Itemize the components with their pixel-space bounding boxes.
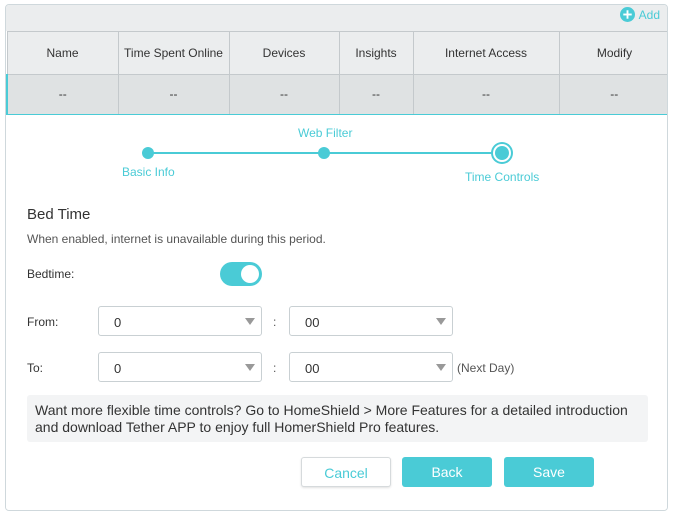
cell-name: -- xyxy=(6,74,119,116)
from-hour-select[interactable]: 0 xyxy=(98,306,262,336)
column-header-insights: Insights xyxy=(338,31,414,75)
from-hour-value: 0 xyxy=(114,315,122,330)
to-minute-select[interactable]: 00 xyxy=(289,352,453,382)
add-label: Add xyxy=(638,7,660,22)
to-label: To: xyxy=(27,361,44,375)
toggle-knob xyxy=(241,265,259,283)
from-label: From: xyxy=(27,315,59,329)
next-day-label: (Next Day) xyxy=(457,361,515,375)
column-header-modify: Modify xyxy=(558,31,667,75)
cell-insights: -- xyxy=(338,74,414,116)
section-description: When enabled, internet is unavailable du… xyxy=(27,232,326,246)
column-header-devices: Devices xyxy=(228,31,340,75)
step-label-basic-info[interactable]: Basic Info xyxy=(122,165,175,179)
step-dot-time-controls[interactable] xyxy=(495,146,509,160)
step-label-web-filter[interactable]: Web Filter xyxy=(298,126,352,140)
parental-controls-panel: Add Name Time Spent Online Devices Insig… xyxy=(5,4,668,511)
cell-modify: -- xyxy=(558,74,667,116)
table-toolbar: Add xyxy=(6,5,667,31)
chevron-down-icon xyxy=(245,364,255,371)
chevron-down-icon xyxy=(436,318,446,325)
bedtime-toggle[interactable] xyxy=(220,262,262,286)
from-colon: : xyxy=(273,315,277,329)
from-minute-select[interactable]: 00 xyxy=(289,306,453,336)
step-dot-basic-info[interactable] xyxy=(142,147,154,159)
save-button[interactable]: Save xyxy=(504,457,594,487)
table-row: -- -- -- -- -- -- xyxy=(6,74,667,116)
to-colon: : xyxy=(273,361,277,375)
cell-internet-access: -- xyxy=(412,74,560,116)
add-button[interactable]: Add xyxy=(619,7,660,22)
bedtime-label: Bedtime: xyxy=(27,267,75,281)
plus-circle-icon xyxy=(619,7,635,22)
to-hour-select[interactable]: 0 xyxy=(98,352,262,382)
edit-profile-panel: Basic Info Web Filter Time Controls Bed … xyxy=(6,115,667,510)
table-header-row: Name Time Spent Online Devices Insights … xyxy=(6,31,667,75)
cancel-button[interactable]: Cancel xyxy=(301,457,391,487)
cell-devices: -- xyxy=(228,74,340,116)
from-minute-value: 00 xyxy=(305,315,320,330)
section-title: Bed Time xyxy=(27,206,91,223)
back-button[interactable]: Back xyxy=(402,457,492,487)
step-dot-web-filter[interactable] xyxy=(318,147,330,159)
to-hour-value: 0 xyxy=(114,361,122,376)
chevron-down-icon xyxy=(245,318,255,325)
chevron-down-icon xyxy=(436,364,446,371)
column-header-time-spent-online: Time Spent Online xyxy=(117,31,230,75)
column-header-internet-access: Internet Access xyxy=(412,31,560,75)
step-label-time-controls[interactable]: Time Controls xyxy=(465,170,539,184)
profiles-table: Name Time Spent Online Devices Insights … xyxy=(6,31,667,116)
column-header-name: Name xyxy=(6,31,119,75)
cell-time-spent-online: -- xyxy=(117,74,230,116)
to-minute-value: 00 xyxy=(305,361,320,376)
upgrade-notice: Want more flexible time controls? Go to … xyxy=(27,395,648,442)
wizard-stepper: Basic Info Web Filter Time Controls xyxy=(6,115,667,195)
